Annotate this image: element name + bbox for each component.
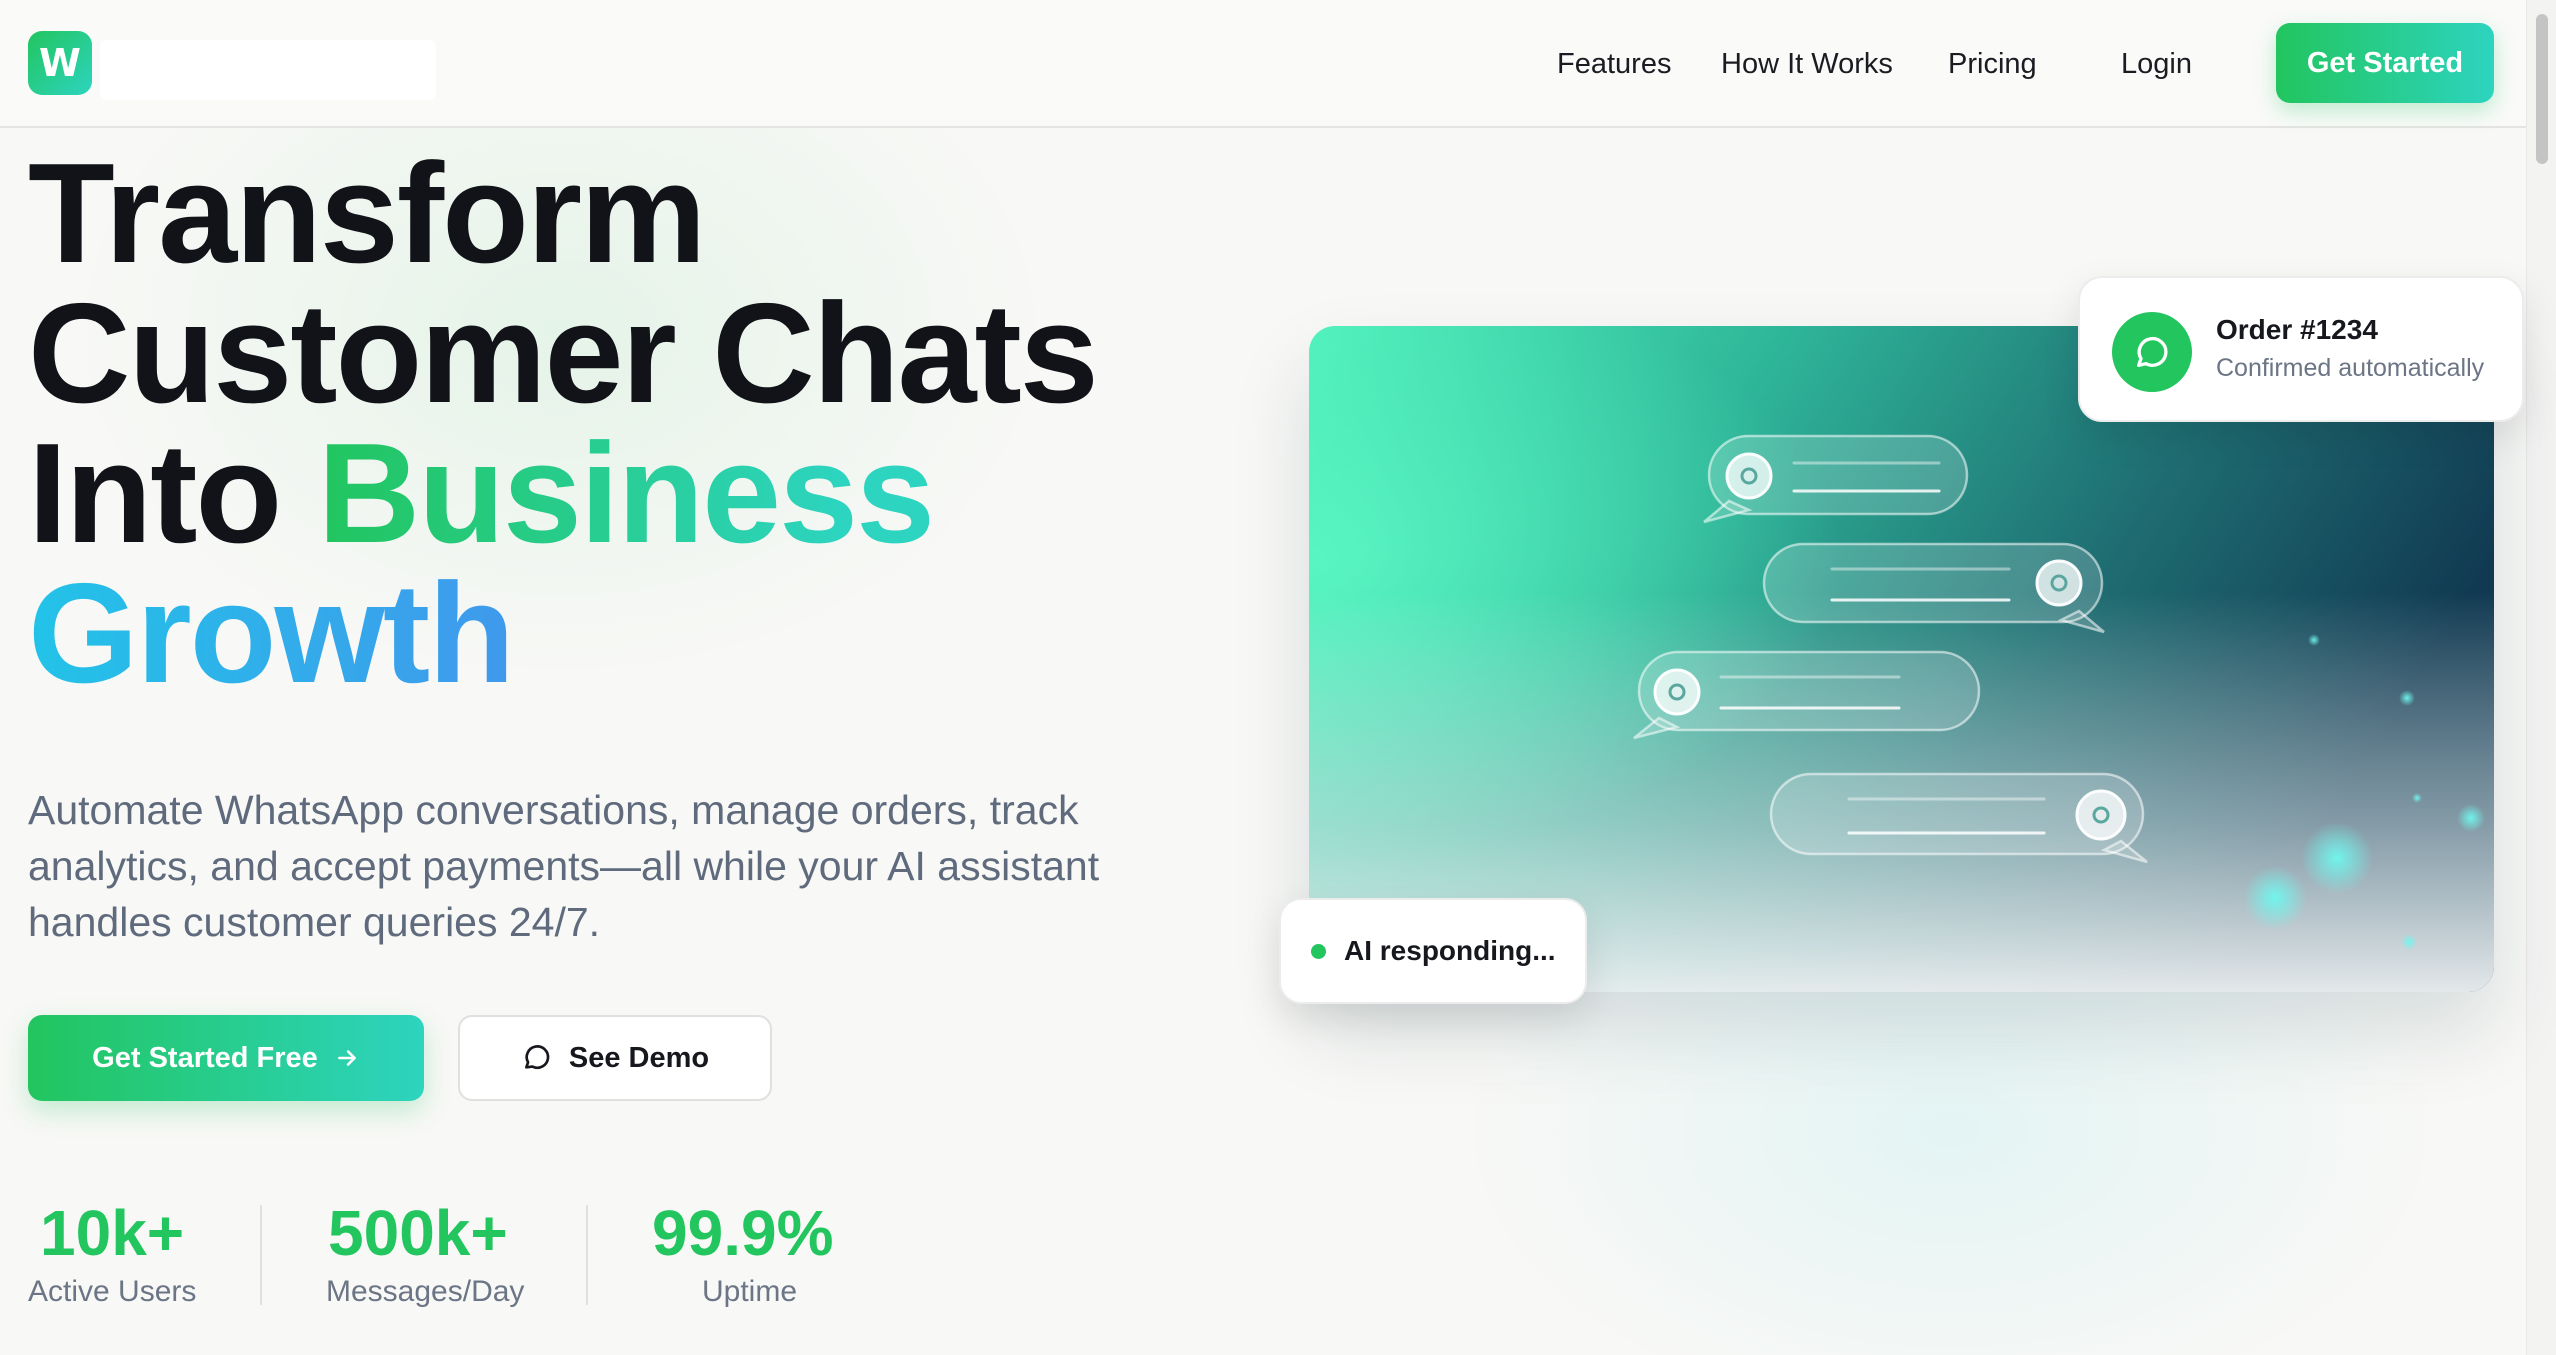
notification-subtitle: Confirmed automatically — [2216, 354, 2485, 382]
logo-icon[interactable]: W — [28, 31, 92, 95]
stat-divider — [260, 1205, 262, 1305]
brand-name-redacted — [100, 40, 436, 100]
headline-line-1: Transform — [28, 134, 706, 293]
see-demo-button[interactable]: See Demo — [458, 1015, 772, 1101]
hero-headline: Transform Customer Chats Into Business G… — [28, 134, 1099, 705]
get-started-free-label: Get Started Free — [92, 1041, 318, 1074]
headline-line-3: Into Business — [28, 414, 935, 573]
chat-bubble-icon — [524, 1045, 550, 1070]
headline-line-2: Customer Chats — [28, 274, 1099, 433]
headline-accent-growth: Growth — [28, 563, 1097, 705]
stat-value-uptime: 99.9% — [652, 1197, 834, 1269]
hero-subtext: Automate WhatsApp conversations, manage … — [28, 787, 1100, 945]
ai-status-card: AI responding... — [1279, 898, 1587, 1004]
stat-value-users: 10k+ — [40, 1197, 185, 1269]
status-dot-icon — [1311, 943, 1326, 959]
scrollbar-track[interactable] — [2526, 0, 2556, 1355]
chat-illustration-graphic — [1309, 326, 2494, 992]
stat-label-uptime: Uptime — [702, 1275, 798, 1308]
get-started-button[interactable]: Get Started — [2276, 23, 2494, 103]
scrollbar-thumb[interactable] — [2536, 14, 2548, 164]
whatsapp-icon — [2112, 312, 2192, 392]
arrow-right-icon — [337, 1050, 356, 1066]
stat-divider — [586, 1205, 588, 1305]
order-notification-card: Order #1234 Confirmed automatically — [2078, 276, 2524, 422]
see-demo-label: See Demo — [568, 1041, 710, 1074]
headline-accent-business: Business — [317, 414, 935, 573]
nav-link-features[interactable]: Features — [1557, 40, 1671, 88]
nav-link-how-it-works[interactable]: How It Works — [1721, 40, 1893, 88]
stat-value-messages: 500k+ — [328, 1197, 508, 1269]
stat-label-users: Active Users — [28, 1275, 197, 1308]
nav-link-login[interactable]: Login — [2121, 40, 2192, 88]
notification-title: Order #1234 — [2216, 314, 2378, 345]
ai-status-text: AI responding... — [1344, 935, 1556, 966]
nav-link-pricing[interactable]: Pricing — [1948, 40, 2037, 88]
stat-label-messages: Messages/Day — [326, 1275, 525, 1308]
top-navigation: W Features How It Works Pricing Login Ge… — [0, 0, 2526, 128]
hero-illustration — [1309, 326, 2494, 992]
get-started-free-button[interactable]: Get Started Free — [28, 1015, 424, 1101]
